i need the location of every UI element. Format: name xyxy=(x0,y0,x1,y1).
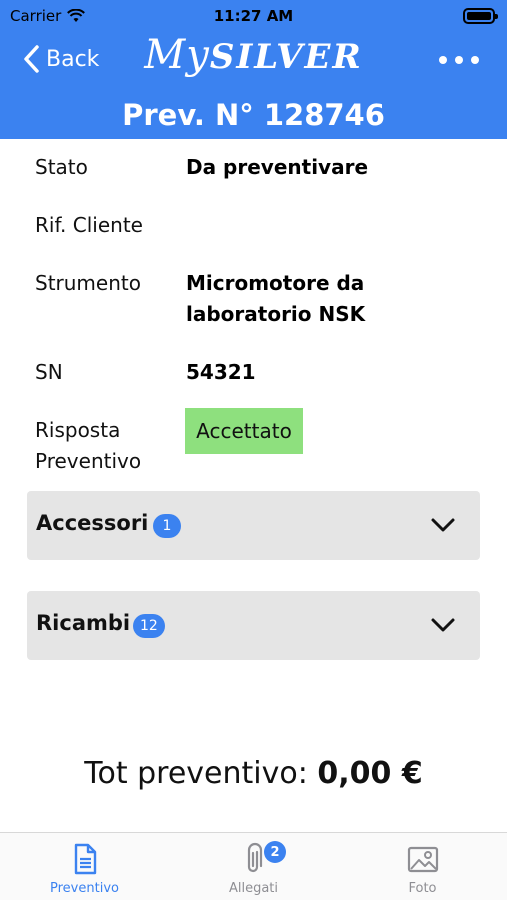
risposta-label-line2: Preventivo xyxy=(35,449,142,473)
document-icon xyxy=(74,843,96,875)
allegati-count-badge: 2 xyxy=(264,841,286,863)
status-time: 11:27 AM xyxy=(213,7,294,25)
chevron-down-icon xyxy=(431,618,455,632)
app-logo: MySILVER xyxy=(0,32,507,78)
accordion-accessori-title: Accessori xyxy=(36,511,149,535)
status-bar: Carrier 11:27 AM xyxy=(0,0,507,32)
photo-icon xyxy=(407,846,438,873)
header-bar: Carrier 11:27 AM Back MySILVER Prev. N° … xyxy=(0,0,507,139)
total-amount: 0,00 € xyxy=(317,756,423,791)
total-label: Tot preventivo: xyxy=(84,756,308,791)
tab-preventivo-label: Preventivo xyxy=(50,881,119,896)
tab-allegati-label: Allegati xyxy=(228,881,279,896)
strumento-label: Strumento xyxy=(35,271,141,295)
more-dot-icon xyxy=(471,56,479,64)
tab-allegati[interactable]: 2 Allegati xyxy=(169,833,338,901)
logo-text-my: My xyxy=(144,32,210,78)
strumento-value-line2: laboratorio NSK xyxy=(186,302,366,326)
more-dot-icon xyxy=(439,56,447,64)
page-title: Prev. N° 128746 xyxy=(122,98,385,132)
sn-label: SN xyxy=(35,360,63,384)
sn-value: 54321 xyxy=(186,360,256,384)
rif-cliente-label: Rif. Cliente xyxy=(35,213,143,237)
more-dot-icon xyxy=(455,56,463,64)
tab-foto-label: Foto xyxy=(408,881,437,896)
more-options-button[interactable] xyxy=(439,52,479,68)
risposta-label-line1: Risposta xyxy=(35,418,121,442)
chevron-down-icon xyxy=(431,518,455,532)
battery-icon xyxy=(463,8,498,24)
ricambi-count-badge: 12 xyxy=(133,614,165,638)
accordion-ricambi-title: Ricambi xyxy=(36,611,131,635)
tab-bar: Preventivo 2 Allegati Foto xyxy=(0,832,507,900)
accessori-count-badge: 1 xyxy=(153,514,181,538)
stato-label: Stato xyxy=(35,155,88,179)
strumento-value-line1: Micromotore da xyxy=(186,271,365,295)
accordion-ricambi[interactable]: Ricambi 12 xyxy=(27,591,480,660)
tab-preventivo[interactable]: Preventivo xyxy=(0,833,169,901)
risposta-status-badge[interactable]: Accettato xyxy=(185,408,303,454)
stato-value: Da preventivare xyxy=(186,155,369,179)
logo-text-silver: SILVER xyxy=(209,37,363,77)
accordion-accessori[interactable]: Accessori 1 xyxy=(27,491,480,560)
tab-foto[interactable]: Foto xyxy=(338,833,507,901)
quote-total: Tot preventivo: 0,00 € xyxy=(0,756,507,791)
